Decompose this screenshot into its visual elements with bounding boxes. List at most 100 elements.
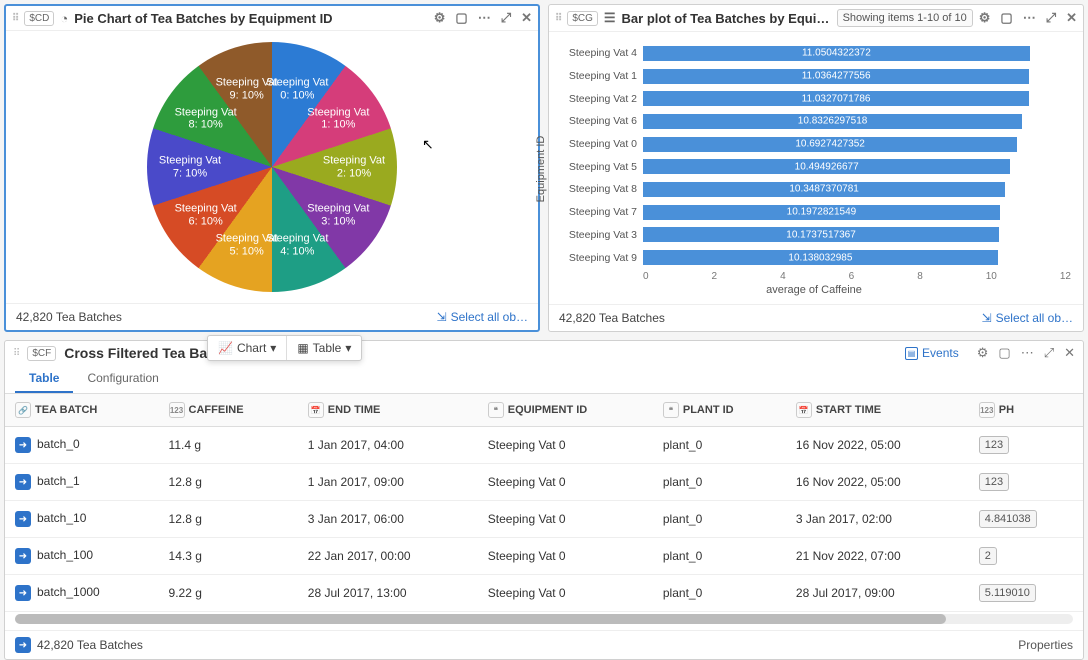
bar-value-label: 10.1972821549: [787, 207, 857, 218]
bar-category-label: Steeping Vat 2: [557, 93, 637, 105]
close-icon[interactable]: ✕: [1066, 10, 1077, 26]
column-header[interactable]: ❝PLANT ID: [653, 394, 786, 427]
table-row[interactable]: ➜batch_10014.3 g22 Jan 2017, 00:00Steepi…: [5, 538, 1083, 575]
events-icon: ▤: [905, 347, 918, 360]
bar-category-label: Steeping Vat 6: [557, 115, 637, 127]
close-icon[interactable]: ✕: [1064, 345, 1075, 361]
bar-segment[interactable]: 10.1972821549: [643, 205, 1000, 220]
bar-segment[interactable]: 10.3487370781: [643, 182, 1005, 197]
footer-batch-count: ➜ 42,820 Tea Batches: [15, 637, 143, 653]
tab-table[interactable]: Table: [15, 365, 73, 393]
events-button[interactable]: ▤ Events: [905, 346, 959, 360]
more-icon[interactable]: ⋯: [1023, 10, 1036, 26]
batch-link-icon[interactable]: ➜: [15, 585, 31, 601]
properties-link[interactable]: Properties: [1018, 638, 1073, 652]
bar-value-label: 10.8326297518: [798, 116, 868, 127]
column-type-icon: 123: [169, 402, 185, 418]
bar-category-label: Steeping Vat 0: [557, 138, 637, 150]
table-panel: 📈 Chart ▾ ▦ Table ▾ ⠿ $CF Cross Filtered…: [4, 340, 1084, 660]
tab-configuration[interactable]: Configuration: [73, 365, 172, 393]
batch-count: 42,820 Tea Batches: [16, 310, 122, 324]
bar-row[interactable]: Steeping Vat 910.138032985: [557, 249, 1071, 267]
pie-chart-body[interactable]: Steeping Vat0: 10%Steeping Vat1: 10%Stee…: [6, 31, 538, 303]
bar-value-label: 10.138032985: [788, 252, 852, 263]
bar-row[interactable]: Steeping Vat 510.494926677: [557, 158, 1071, 176]
bar-row[interactable]: Steeping Vat 2 11.0327071786: [557, 90, 1071, 108]
bar-segment[interactable]: 10.1737517367: [643, 227, 999, 242]
bar-segment[interactable]: 10.494926677: [643, 159, 1010, 174]
ph-value: 5.119010: [979, 584, 1036, 602]
table-view-button[interactable]: ▦ Table ▾: [287, 336, 361, 360]
batch-link-icon[interactable]: ➜: [15, 548, 31, 564]
gear-icon[interactable]: ⚙: [434, 10, 446, 26]
bar-segment[interactable]: 11.0504322372: [643, 46, 1030, 61]
column-header[interactable]: 📅START TIME: [786, 394, 969, 427]
presentation-icon[interactable]: ▢: [455, 10, 467, 26]
pie-slice-label: Steeping Vat3: 10%: [305, 203, 371, 228]
drag-handle-icon[interactable]: ⠿: [12, 13, 18, 24]
column-header[interactable]: 📅END TIME: [298, 394, 478, 427]
scrollbar-thumb[interactable]: [15, 614, 946, 624]
column-header[interactable]: ❝EQUIPMENT ID: [478, 394, 653, 427]
bar-row[interactable]: Steeping Vat 411.0504322372: [557, 44, 1071, 62]
bar-x-axis: 024681012: [643, 271, 1071, 282]
table-row[interactable]: ➜batch_10009.22 g28 Jul 2017, 13:00Steep…: [5, 575, 1083, 612]
ph-value: 123: [979, 473, 1009, 491]
table-row[interactable]: ➜batch_112.8 g1 Jan 2017, 09:00Steeping …: [5, 464, 1083, 501]
pie-slice-label: Steeping Vat4: 10%: [264, 232, 330, 257]
bar-row[interactable]: Steeping Vat 710.1972821549: [557, 203, 1071, 221]
select-all-link[interactable]: ⇲ Select all ob…: [982, 311, 1073, 325]
expand-icon[interactable]: ⤢: [1044, 345, 1054, 361]
bar-segment[interactable]: 10.138032985: [643, 250, 998, 265]
presentation-icon[interactable]: ▢: [998, 345, 1010, 361]
panel-tag: $CF: [27, 346, 56, 361]
column-header[interactable]: 123PH: [969, 394, 1083, 427]
table-panel-header: ⠿ $CF Cross Filtered Tea Batche ▤ Events…: [5, 341, 1083, 365]
table-row[interactable]: ➜batch_011.4 g1 Jan 2017, 04:00Steeping …: [5, 427, 1083, 464]
bar-segment[interactable]: 11.0364277556: [643, 69, 1029, 84]
bar-segment[interactable]: 11.0327071786: [643, 91, 1029, 106]
bar-row[interactable]: Steeping Vat 3 10.1737517367: [557, 226, 1071, 244]
bar-segment[interactable]: 10.8326297518: [643, 114, 1022, 129]
pie-chart-panel: ⠿ $CD ◔ Pie Chart of Tea Batches by Equi…: [4, 4, 540, 332]
cursor-icon: ↖: [422, 136, 434, 153]
batch-link-icon[interactable]: ➜: [15, 474, 31, 490]
pie-chart[interactable]: Steeping Vat0: 10%Steeping Vat1: 10%Stee…: [147, 42, 397, 292]
pie-slice-label: Steeping Vat9: 10%: [214, 76, 280, 101]
presentation-icon[interactable]: ▢: [1000, 10, 1012, 26]
bar-row[interactable]: Steeping Vat 810.3487370781: [557, 180, 1071, 198]
horizontal-scrollbar[interactable]: [15, 614, 1073, 624]
select-all-link[interactable]: ⇲ Select all ob…: [437, 310, 528, 324]
chevron-down-icon: ▾: [270, 341, 276, 355]
bar-category-label: Steeping Vat 3: [557, 229, 637, 241]
drag-handle-icon[interactable]: ⠿: [555, 13, 561, 24]
column-type-icon: 📅: [796, 402, 812, 418]
bar-value-label: 10.1737517367: [786, 229, 856, 240]
gear-icon[interactable]: ⚙: [979, 10, 991, 26]
more-icon[interactable]: ⋯: [478, 10, 491, 26]
bar-value-label: 10.3487370781: [789, 184, 859, 195]
bar-row[interactable]: Steeping Vat 0 10.6927427352: [557, 135, 1071, 153]
more-icon[interactable]: ⋯: [1021, 345, 1034, 361]
column-type-icon: ❝: [663, 402, 679, 418]
table-row[interactable]: ➜batch_1012.8 g3 Jan 2017, 06:00Steeping…: [5, 501, 1083, 538]
close-icon[interactable]: ✕: [521, 10, 532, 26]
gear-icon[interactable]: ⚙: [977, 345, 989, 361]
axis-tick: 10: [986, 271, 997, 282]
bar-chart[interactable]: Equipment ID Steeping Vat 411.0504322372…: [557, 42, 1071, 296]
bar-segment[interactable]: 10.6927427352: [643, 137, 1017, 152]
expand-icon[interactable]: ⤢: [1046, 10, 1056, 26]
batch-link-icon[interactable]: ➜: [15, 511, 31, 527]
drag-handle-icon[interactable]: ⠿: [13, 348, 19, 359]
chart-view-button[interactable]: 📈 Chart ▾: [208, 336, 287, 360]
axis-tick: 4: [780, 271, 786, 282]
bar-row[interactable]: Steeping Vat 111.0364277556: [557, 67, 1071, 85]
pie-slice-label: Steeping Vat8: 10%: [173, 106, 239, 131]
ph-value: 4.841038: [979, 510, 1037, 528]
column-header[interactable]: 🔗TEA BATCH: [5, 394, 159, 427]
expand-icon[interactable]: ⤢: [501, 10, 511, 26]
bar-chart-body[interactable]: Equipment ID Steeping Vat 411.0504322372…: [549, 32, 1083, 304]
batch-link-icon[interactable]: ➜: [15, 437, 31, 453]
column-header[interactable]: 123CAFFEINE: [159, 394, 298, 427]
bar-row[interactable]: Steeping Vat 6 10.8326297518: [557, 112, 1071, 130]
